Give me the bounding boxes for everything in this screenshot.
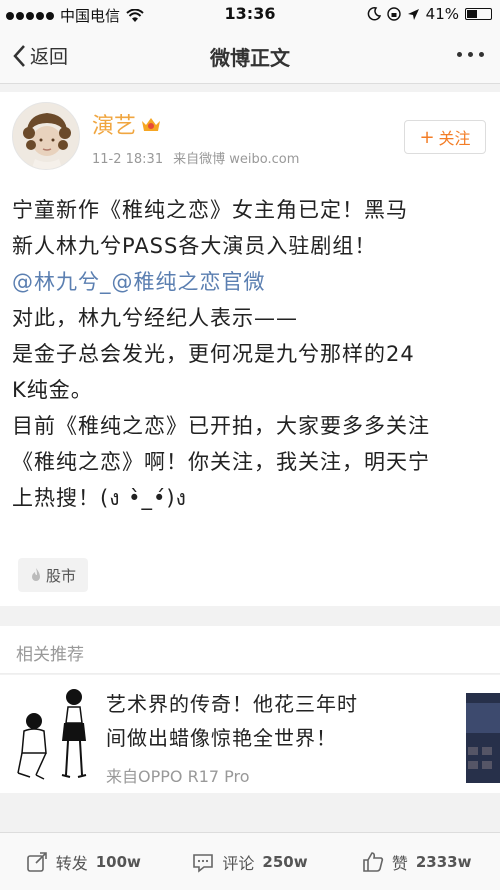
plus-icon: +: [419, 126, 435, 148]
related-header: 相关推荐: [0, 626, 500, 674]
topic-tag[interactable]: 股市: [18, 558, 89, 592]
battery-icon: [465, 8, 492, 20]
comment-button[interactable]: 评论 250w: [167, 833, 334, 890]
like-button[interactable]: 赞 2333w: [333, 833, 500, 890]
post-meta: 11-2 18:31 来自微博 weibo.com: [92, 148, 299, 167]
content-line: 对此，林九兮经纪人表示——: [12, 306, 298, 330]
content-line: 是金子总会发光，更何况是九兮那样的24: [12, 342, 415, 366]
page-title: 微博正文: [210, 46, 290, 70]
portrait-image: [13, 103, 79, 169]
content-line: 目前《稚纯之恋》已开拍，大家要多多关注: [12, 414, 430, 438]
content-line: 上热搜！(ง •̀_•́)ง: [12, 486, 187, 510]
related-title-line: 间做出蜡像惊艳全世界！: [106, 726, 337, 750]
content-line: 《稚纯之恋》啊！你关注，我关注，明天宁: [12, 450, 430, 474]
moon-icon: [367, 7, 381, 21]
related-header-label: 相关推荐: [16, 645, 84, 665]
post-source: 来自微博 weibo.com: [173, 152, 300, 167]
related-thumbnail: [466, 693, 500, 783]
post-card: 演艺 11-2 18:31 来自微博 weibo.com + 关注 宁童新作《稚纯…: [0, 92, 500, 606]
comment-icon: [193, 853, 214, 873]
mention-line[interactable]: @林九兮_@稚纯之恋官微: [12, 264, 482, 300]
repost-button[interactable]: 转发 100w: [0, 833, 167, 890]
nav-bar: 返回 微博正文: [0, 28, 500, 84]
post-time: 11-2 18:31: [92, 152, 164, 167]
tag-label: 股市: [46, 566, 77, 585]
lock-rotation-icon: [386, 7, 401, 21]
related-source: 来自OPPO R17 Pro: [106, 767, 250, 786]
content-line: 宁童新作《稚纯之恋》女主角已定！黑马: [12, 198, 408, 222]
repost-label: 转发: [55, 853, 88, 873]
content-line: K纯金。: [12, 378, 93, 402]
bottom-action-bar: 转发 100w 评论 250w 赞 2333w: [0, 832, 500, 890]
location-icon: [407, 8, 419, 20]
content-line: 新人林九兮PASS各大演员入驻剧组！: [12, 234, 377, 258]
more-button[interactable]: [457, 52, 484, 57]
repost-icon: [26, 851, 47, 872]
follow-label: 关注: [438, 129, 471, 148]
comment-label: 评论: [222, 853, 255, 873]
status-bar: 中国电信 13:36 41%: [0, 0, 500, 28]
follow-button[interactable]: + 关注: [404, 120, 486, 154]
like-count: 2333w: [415, 852, 472, 871]
related-title: 艺术界的传奇！他花三年时 间做出蜡像惊艳全世界！: [106, 687, 436, 755]
thumbs-up-icon: [363, 851, 383, 872]
like-label: 赞: [391, 853, 408, 873]
status-right: 41%: [367, 5, 492, 23]
repost-count: 100w: [95, 852, 141, 871]
avatar[interactable]: [12, 102, 80, 170]
related-title-line: 艺术界的传奇！他花三年时: [106, 692, 358, 716]
battery-percent: 41%: [425, 5, 459, 23]
comment-count: 250w: [262, 852, 308, 871]
username[interactable]: 演艺: [92, 108, 162, 140]
post-content: 宁童新作《稚纯之恋》女主角已定！黑马 新人林九兮PASS各大演员入驻剧组！ @林…: [12, 192, 482, 516]
vip-crown-icon: [142, 118, 161, 131]
sketch-illustration: [14, 683, 96, 783]
flame-icon: [32, 568, 40, 581]
username-text: 演艺: [92, 114, 137, 139]
related-card[interactable]: 艺术界的传奇！他花三年时 间做出蜡像惊艳全世界！ 来自OPPO R17 Pro: [0, 675, 500, 793]
